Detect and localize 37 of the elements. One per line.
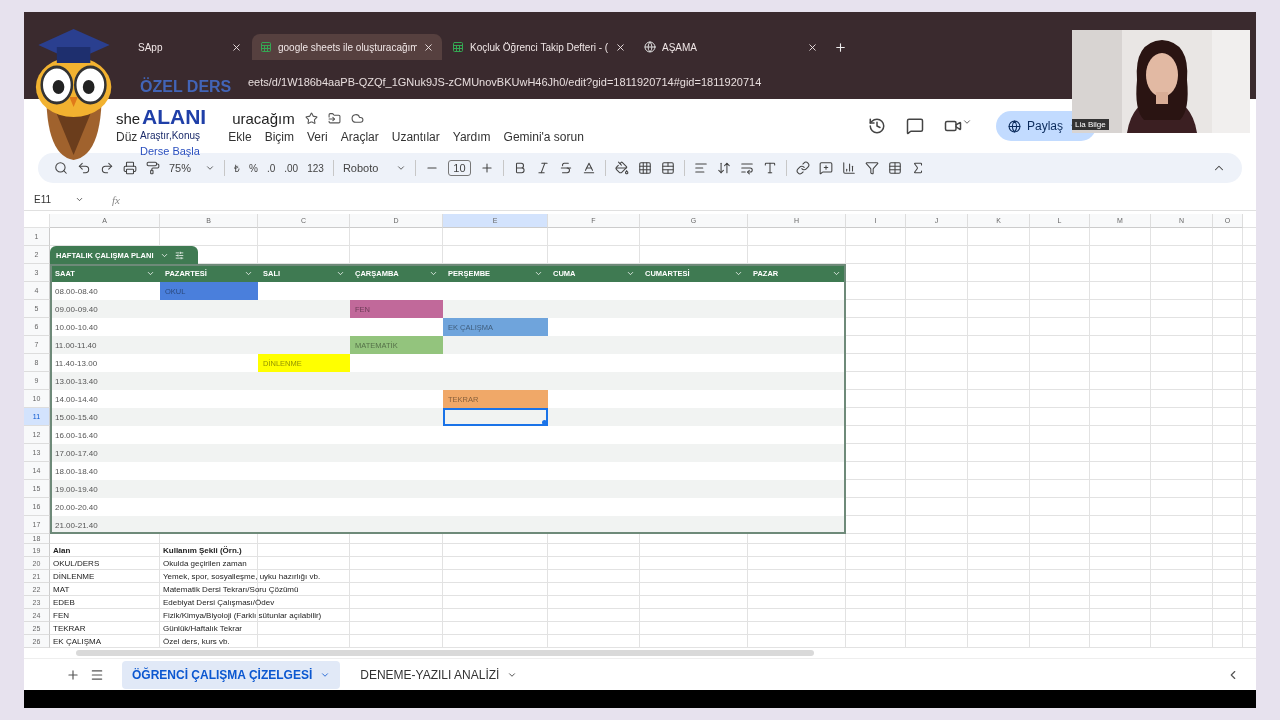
table-cell-text: 11.00-11.40 <box>54 339 98 352</box>
table-cell-text: 16.00-16.40 <box>54 429 99 442</box>
table-cell-text: Özel ders, kurs vb. <box>162 636 231 649</box>
logo-text: ÖZEL DERS <box>140 79 232 95</box>
table-cell-text: 14.00-14.40 <box>54 393 99 406</box>
table-cell-text: Yemek, spor, sosyalleşme, uyku hazırlığı vb. <box>162 571 322 584</box>
table-cell-text: MAT <box>52 584 71 597</box>
logo-text: ALANI <box>142 106 207 127</box>
logo-text: Araştır,Konuş <box>140 131 201 141</box>
table-cell-text: 20.00-20.40 <box>54 501 99 514</box>
table-cell-text: Matematik Dersi Tekrarı/Soru Çözümü <box>162 584 300 597</box>
table-cell-text: TEKRAR <box>52 623 87 636</box>
table-cell-text: 08.00-08.40 <box>54 285 99 298</box>
table-cell-text: 09.00-09.40 <box>54 303 99 316</box>
table-cell-text: Fizik/Kimya/Biyoloji (Farklı sütunlar açılabilir) <box>162 610 323 623</box>
table-cell-text: EK ÇALIŞMA <box>52 636 102 649</box>
table-cell-text: 19.00-19.40 <box>54 483 99 496</box>
table-cell-text: 17.00-17.40 <box>54 447 99 460</box>
table-cell-text: FEN <box>52 610 70 623</box>
table-cell-text: OKUL/DERS <box>52 558 101 571</box>
table-cell-text: EDEB <box>52 597 76 610</box>
table-cell-text: DİNLENME <box>52 571 96 584</box>
table-cell-text: 11.40-13.00 <box>54 357 99 370</box>
url-text: eets/d/1W186b4aaPB-QZQf_1GNuk9JS-zCMUnovBKUwH46Jh0/edit?gid=1811920714#gid=1811920714 <box>248 76 762 88</box>
table-cell-text: Okulda geçirilen zaman <box>162 558 248 571</box>
table-cell-text: 18.00-18.40 <box>54 465 99 478</box>
table-cell-text: 13.00-13.40 <box>54 375 99 388</box>
table-cell-text: 21.00-21.40 <box>54 519 99 532</box>
table-cell-text: Edebiyat Dersi Çalışması/Ödev <box>162 597 276 610</box>
formula-label: fx <box>112 193 120 206</box>
logo-text: Derse Başla <box>140 146 200 157</box>
table-cell-text: Günlük/Haftalık Tekrar <box>162 623 243 636</box>
table-cell-text: Kullanım Şekli (Örn.) <box>162 545 243 558</box>
table-cell-text: 15.00-15.40 <box>54 411 99 424</box>
table-cell-text: Alan <box>52 545 72 558</box>
name-tag: Lia Bilge <box>1072 119 1109 130</box>
table-cell-text: 10.00-10.40 <box>54 321 99 334</box>
